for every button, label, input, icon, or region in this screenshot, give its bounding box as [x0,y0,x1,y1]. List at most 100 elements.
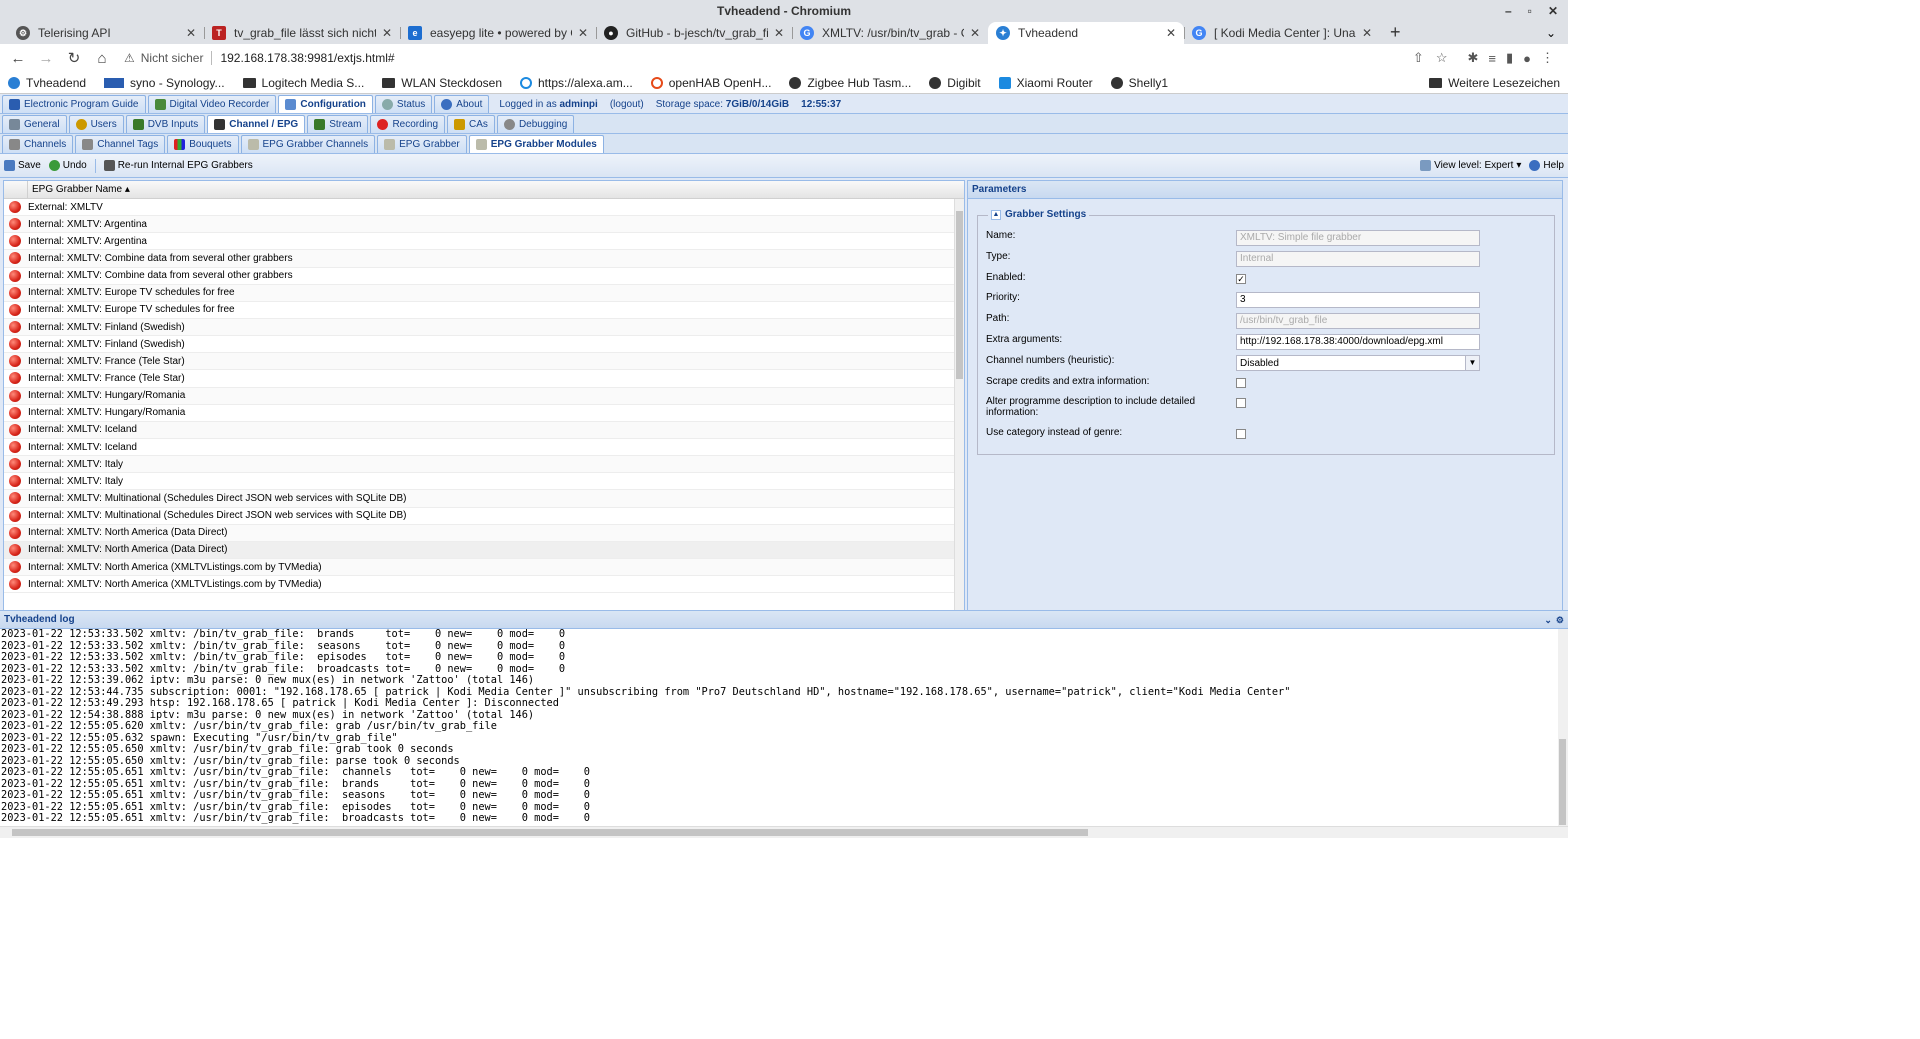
collapse-icon[interactable]: ▲ [991,209,1001,220]
tab-configuration[interactable]: Configuration [278,95,373,113]
browser-tab-active[interactable]: ✦ Tvheadend ✕ [988,22,1184,44]
new-tab-icon[interactable]: + [1380,22,1411,44]
address-bar[interactable]: ⚠ Nicht sicher 192.168.178.38:9981/extjs… [118,47,1463,69]
restore-icon[interactable]: ▫ [1528,0,1532,22]
table-row[interactable]: Internal: XMLTV: Italy [4,456,964,474]
alter-checkbox[interactable] [1236,398,1246,408]
collapse-log-icon[interactable]: ⌄ [1544,611,1552,629]
bookmark-item[interactable]: Xiaomi Router [998,76,1093,90]
table-row[interactable]: Internal: XMLTV: Multinational (Schedule… [4,508,964,525]
url-text[interactable]: 192.168.178.38:9981/extjs.html# [220,51,394,65]
tab-search-icon[interactable]: ⌄ [1546,26,1556,40]
channel-numbers-select[interactable]: Disabled ▼ [1236,355,1480,371]
table-row[interactable]: Internal: XMLTV: France (Tele Star) [4,353,964,371]
bookmark-item[interactable]: openHAB OpenH... [650,76,771,90]
forward-icon[interactable]: → [34,46,58,70]
save-button[interactable]: Save [4,160,41,171]
table-row[interactable]: Internal: XMLTV: Hungary/Romania [4,405,964,422]
tab-general[interactable]: General [2,115,67,133]
table-row[interactable]: Internal: XMLTV: Italy [4,473,964,491]
tab-dvr[interactable]: Digital Video Recorder [147,95,277,113]
logout-link[interactable]: (logout) [610,99,644,110]
home-icon[interactable]: ⌂ [90,46,114,70]
tab-epg[interactable]: Electronic Program Guide [2,95,146,113]
table-row[interactable]: Internal: XMLTV: Europe TV schedules for… [4,302,964,319]
browser-tab[interactable]: G XMLTV: /usr/bin/tv_grab - Go ✕ [792,22,988,44]
back-icon[interactable]: ← [6,46,30,70]
table-row[interactable]: Internal: XMLTV: North America (XMLTVLis… [4,576,964,594]
menu-icon[interactable]: ⋮ [1541,50,1554,66]
media-icon[interactable]: ≡ [1488,51,1496,66]
table-row[interactable]: Internal: XMLTV: Argentina [4,216,964,234]
undo-button[interactable]: Undo [48,160,87,171]
bookmark-item[interactable]: Tvheadend [8,76,86,90]
table-row[interactable]: Internal: XMLTV: Hungary/Romania [4,387,964,405]
close-icon[interactable]: ✕ [1548,0,1558,22]
rerun-grabbers-button[interactable]: Re-run Internal EPG Grabbers [103,160,253,171]
share-icon[interactable]: ⇧ [1413,50,1424,66]
browser-tab[interactable]: Ttv_grab_file lässt sich nicht al ✕ [204,22,400,44]
profile-icon[interactable]: ● [1523,51,1531,66]
table-row[interactable]: Internal: XMLTV: Combine data from sever… [4,268,964,285]
tab-close-icon[interactable]: ✕ [578,26,588,40]
tab-close-icon[interactable]: ✕ [382,26,392,40]
help-button[interactable]: Help [1529,160,1564,171]
minimize-icon[interactable]: – [1505,0,1512,22]
other-bookmarks[interactable]: Weitere Lesezeichen [1429,76,1560,90]
table-row[interactable]: Internal: XMLTV: North America (XMLTVLis… [4,558,964,577]
tab-bouquets[interactable]: Bouquets [167,135,239,153]
bookmark-item[interactable]: Zigbee Hub Tasm... [789,76,911,90]
table-row[interactable]: Internal: XMLTV: North America (Data Dir… [4,541,964,559]
tab-recording[interactable]: Recording [370,115,446,133]
sidepanel-icon[interactable]: ▮ [1506,50,1513,66]
table-row[interactable]: Internal: XMLTV: Iceland [4,421,964,439]
security-label[interactable]: Nicht sicher [141,51,204,65]
tab-channel-tags[interactable]: Channel Tags [75,135,166,153]
tab-channel-epg[interactable]: Channel / EPG [207,115,306,133]
log-scrollbar[interactable] [1558,629,1568,827]
warning-icon[interactable]: ⚠ [124,51,135,65]
browser-tab[interactable]: ⚙ Telerising API ✕ [8,22,204,44]
star-icon[interactable]: ☆ [1436,50,1448,66]
log-scroll-thumb[interactable] [1559,739,1566,825]
tab-close-icon[interactable]: ✕ [186,26,196,40]
priority-field[interactable]: 3 [1236,292,1480,308]
table-row[interactable]: Internal: XMLTV: France (Tele Star) [4,370,964,388]
tab-epg-grabber-modules[interactable]: EPG Grabber Modules [468,135,604,153]
table-row[interactable]: Internal: XMLTV: Iceland [4,439,964,457]
category-checkbox[interactable] [1236,429,1246,439]
tab-about[interactable]: About [434,95,490,113]
table-row[interactable]: Internal: XMLTV: Europe TV schedules for… [4,284,964,302]
table-row[interactable]: Internal: XMLTV: Finland (Swedish) [4,336,964,354]
tab-close-icon[interactable]: ✕ [1166,26,1176,40]
tab-stream[interactable]: Stream [307,115,369,133]
bookmark-item[interactable]: Logitech Media S... [242,76,364,90]
browser-tab[interactable]: G [ Kodi Media Center ]: Unauth ✕ [1184,22,1380,44]
grid-scroll-thumb[interactable] [956,211,963,379]
table-row[interactable]: Internal: XMLTV: Finland (Swedish) [4,318,964,337]
tab-dvb-inputs[interactable]: DVB Inputs [125,115,206,133]
tab-epg-grabber[interactable]: EPG Grabber [377,135,467,153]
view-level-button[interactable]: View level: Expert ▾ [1420,160,1521,171]
tab-epg-grabber-channels[interactable]: EPG Grabber Channels [240,135,376,153]
tab-cas[interactable]: CAs [447,115,495,133]
browser-tab[interactable]: ● GitHub - b-jesch/tv_grab_file: ✕ [596,22,792,44]
tab-close-icon[interactable]: ✕ [774,26,784,40]
tab-debugging[interactable]: Debugging [496,115,575,133]
grabber-settings-legend[interactable]: ▲ Grabber Settings [988,209,1090,220]
log-hscroll-thumb[interactable] [12,829,1088,836]
bookmark-item[interactable]: syno - Synology... [104,76,225,90]
bookmark-item[interactable]: Shelly1 [1110,76,1168,90]
gear-icon[interactable]: ⚙ [1556,611,1564,629]
chevron-down-icon[interactable]: ▼ [1465,356,1479,370]
reload-icon[interactable]: ↻ [62,46,86,70]
log-horizontal-scrollbar[interactable] [0,826,1568,838]
bookmark-item[interactable]: https://alexa.am... [520,76,633,90]
scrape-checkbox[interactable] [1236,378,1246,388]
enabled-checkbox[interactable]: ✓ [1236,274,1246,284]
bookmark-item[interactable]: Digibit [929,76,981,90]
table-row[interactable]: Internal: XMLTV: North America (Data Dir… [4,524,964,542]
table-row[interactable]: Internal: XMLTV: Combine data from sever… [4,250,964,268]
extra-args-field[interactable]: http://192.168.178.38:4000/download/epg.… [1236,334,1480,350]
tab-channels[interactable]: Channels [2,135,74,153]
